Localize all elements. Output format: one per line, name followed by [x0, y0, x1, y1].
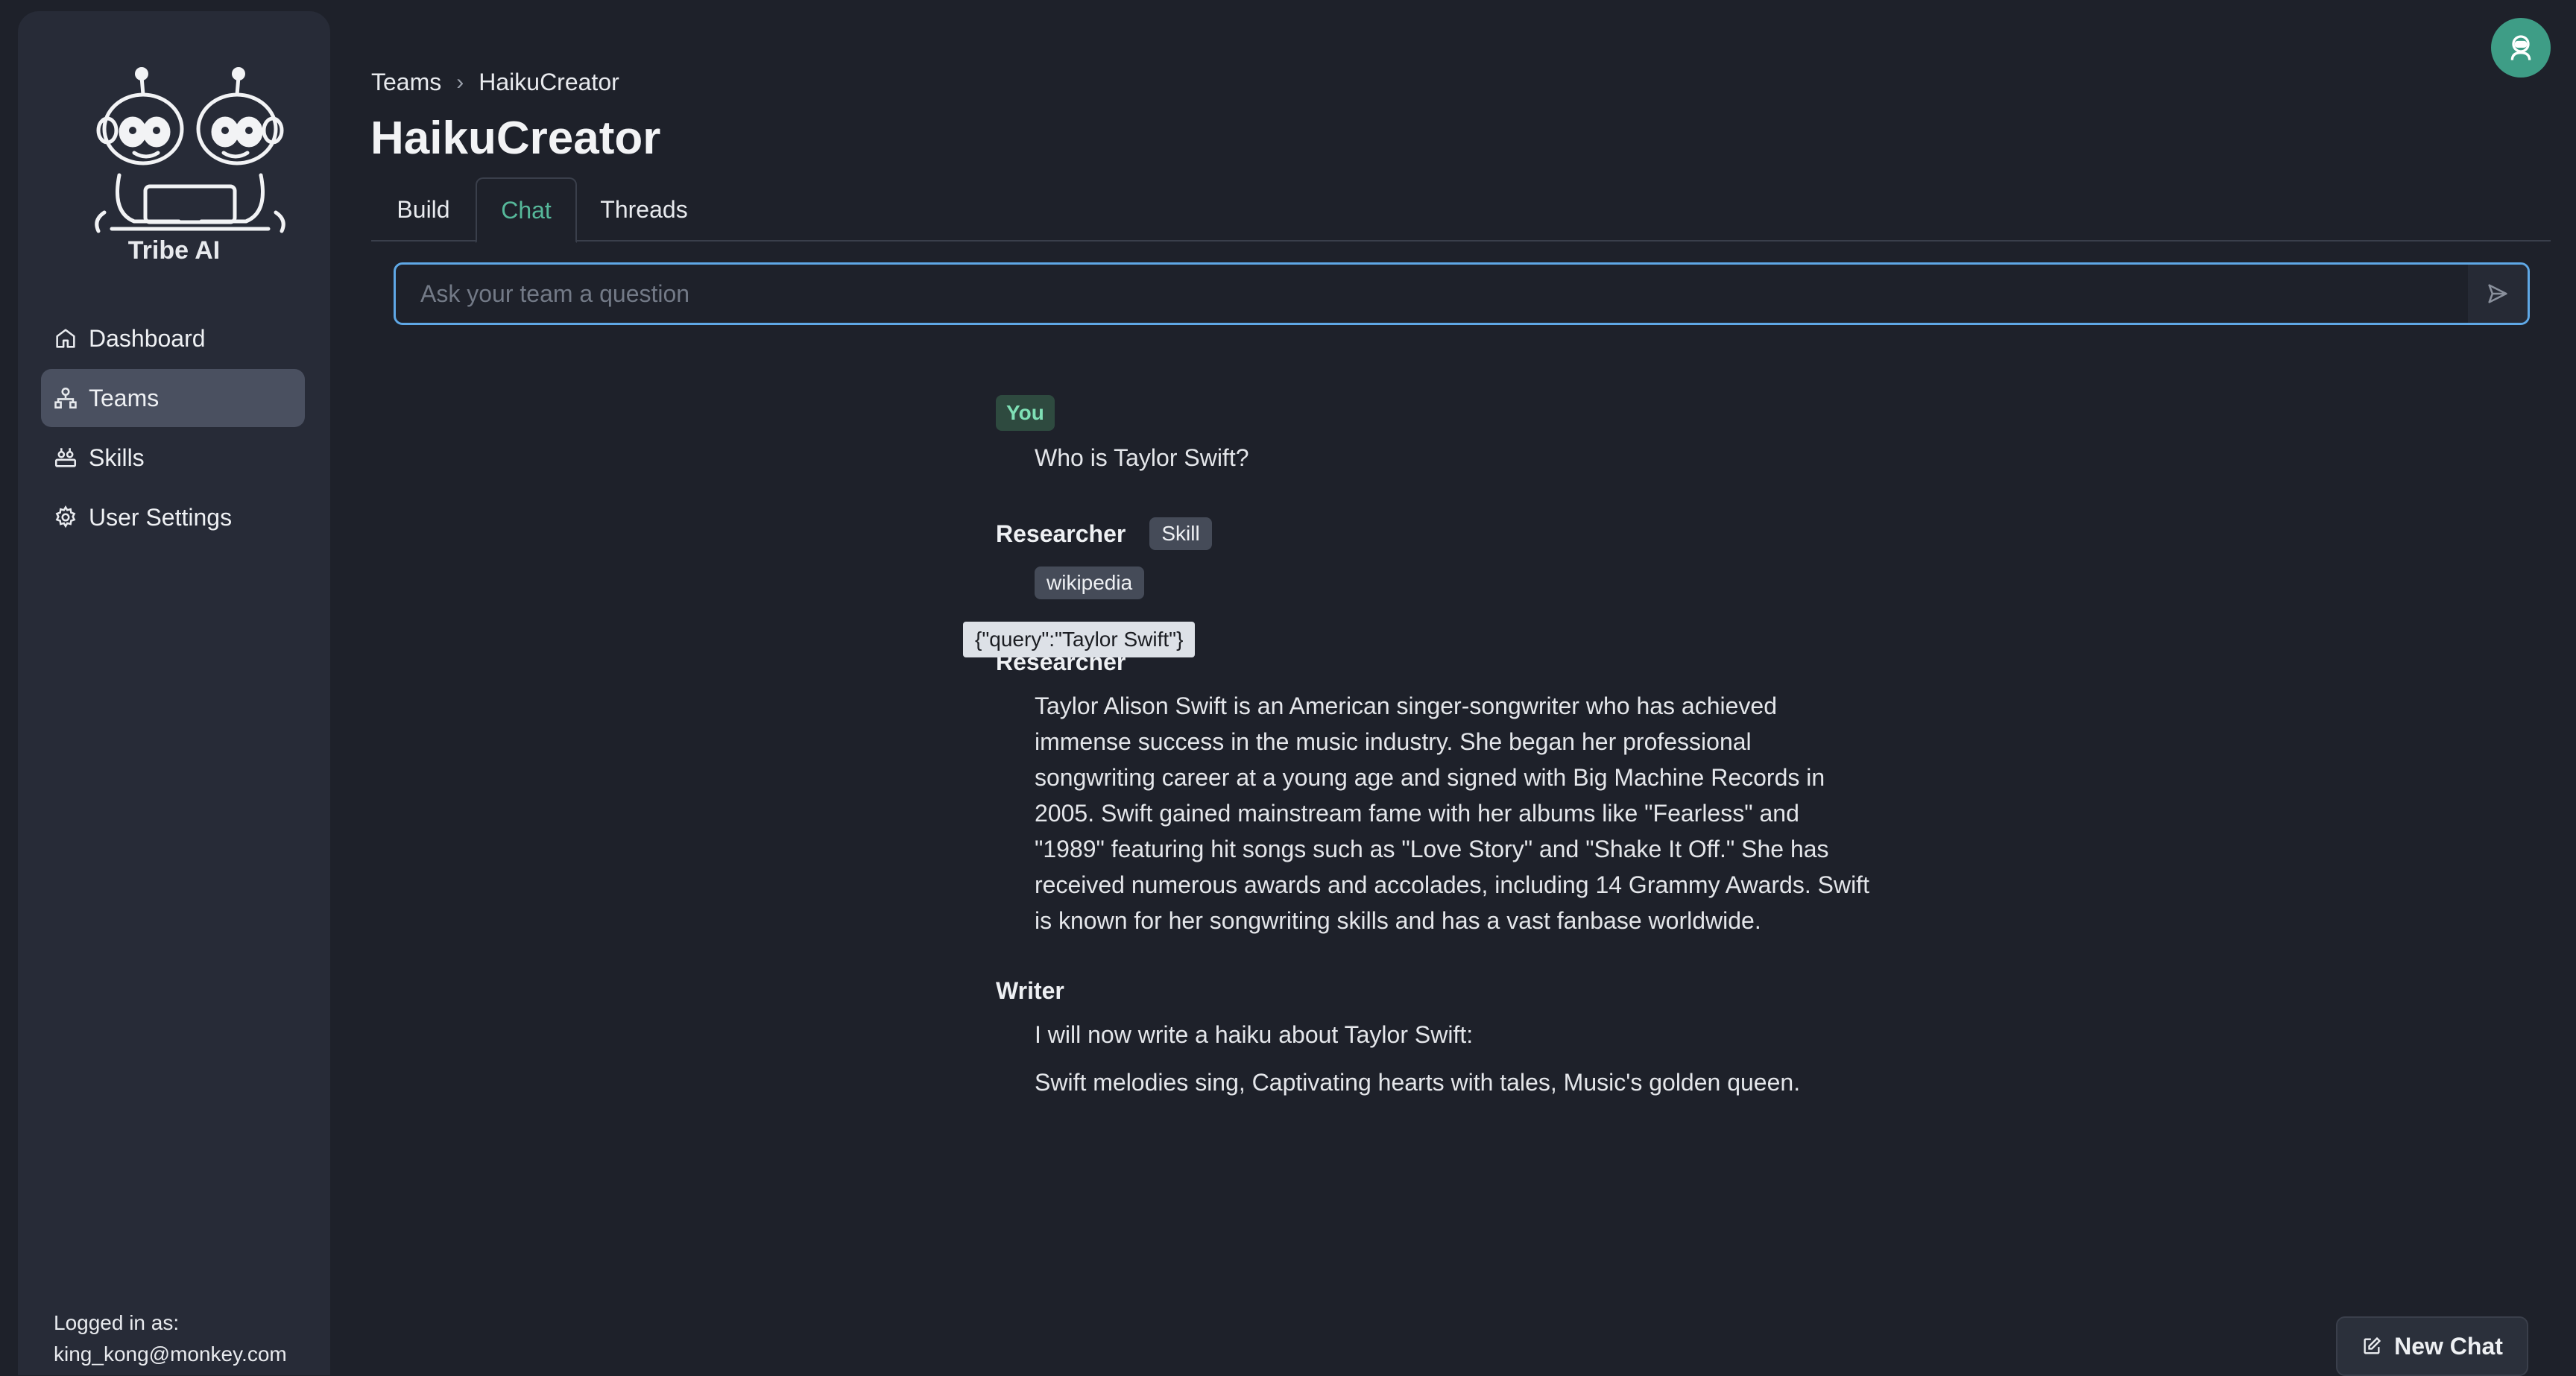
skills-icon: [54, 448, 77, 467]
brand-name: Tribe AI: [127, 236, 221, 265]
sidebar-item-dashboard[interactable]: Dashboard: [41, 309, 305, 367]
new-chat-button[interactable]: New Chat: [2336, 1316, 2528, 1376]
sidebar-item-user-settings[interactable]: User Settings: [41, 488, 305, 546]
breadcrumb-teams-link[interactable]: Teams: [371, 69, 441, 96]
you-row: You: [996, 395, 1965, 431]
breadcrumb-current: HaikuCreator: [479, 69, 619, 95]
teams-icon: [54, 387, 77, 409]
login-email: king_kong@monkey.com: [54, 1342, 287, 1366]
researcher-message-line: received numerous awards and accolades, …: [1035, 871, 1869, 898]
tab-threads[interactable]: Threads: [577, 177, 711, 242]
sidebar-nav: Dashboard Teams Skills User Settings: [41, 309, 305, 548]
robot-avatar-icon: [2510, 35, 2531, 60]
skill-sender: Researcher: [996, 520, 1126, 547]
gear-icon: [55, 505, 76, 528]
sidebar: Tribe AI Dashboard Teams Skills User Set…: [18, 11, 330, 1375]
researcher-message-line: 2005. Swift gained mainstream fame with …: [1035, 800, 1799, 827]
skill-name-chip: wikipedia: [1035, 567, 1145, 599]
sidebar-item-label: Dashboard: [89, 324, 206, 352]
sidebar-item-label: Teams: [89, 384, 160, 411]
you-badge: You: [996, 395, 1055, 431]
sidebar-item-skills[interactable]: Skills: [41, 429, 305, 487]
writer-sender: Writer: [996, 977, 1064, 1004]
sidebar-item-label: Skills: [89, 444, 145, 471]
home-icon: [56, 329, 75, 348]
login-label: Logged in as:: [54, 1311, 180, 1334]
researcher-message-line: immense success in the music industry. S…: [1035, 728, 1752, 755]
sidebar-item-label: User Settings: [89, 503, 233, 531]
researcher-message-line: Taylor Alison Swift is an American singe…: [1035, 692, 1778, 719]
researcher-message-line: songwriting career at a young age and si…: [1035, 764, 1825, 791]
new-chat-label: New Chat: [2394, 1332, 2503, 1360]
send-button[interactable]: [2468, 265, 2528, 323]
tab-build[interactable]: Build: [371, 177, 476, 242]
breadcrumb: Teams › HaikuCreator: [371, 69, 619, 96]
skill-badge: Skill: [1149, 517, 1212, 550]
compose-icon: [2364, 1336, 2381, 1354]
login-info: Logged in as: king_kong@monkey.com: [54, 1307, 287, 1370]
sidebar-item-teams[interactable]: Teams: [41, 369, 305, 427]
chat-thread: You Who is Taylor Swift? Researcher Skil…: [996, 395, 1965, 1100]
chevron-right-icon: ›: [456, 69, 464, 95]
writer-haiku: Swift melodies sing, Captivating hearts …: [1035, 1069, 1801, 1096]
skill-query-tooltip: {"query":"Taylor Swift"}: [963, 622, 1196, 657]
writer-message: I will now write a haiku about Taylor Sw…: [1035, 1021, 1474, 1048]
tab-bar: Build Chat Threads: [371, 177, 2551, 243]
send-icon: [2488, 284, 2507, 303]
user-avatar[interactable]: [2491, 18, 2551, 78]
skill-name-row: wikipedia: [1035, 567, 1965, 599]
skill-header: Researcher Skill: [996, 517, 1965, 550]
you-message: Who is Taylor Swift?: [1035, 444, 1249, 471]
ask-input[interactable]: [396, 265, 2468, 323]
researcher-message-line: "1989" featuring hit songs such as "Love…: [1035, 836, 1829, 862]
researcher-message-line: is known for her songwriting skills and …: [1035, 907, 1761, 934]
researcher-message: Taylor Alison Swift is an American singe…: [1035, 688, 1965, 938]
page-title: HaikuCreator: [370, 113, 661, 164]
tribe-ai-logo: [95, 67, 285, 233]
tab-chat[interactable]: Chat: [476, 177, 577, 243]
ask-field: [394, 262, 2530, 325]
